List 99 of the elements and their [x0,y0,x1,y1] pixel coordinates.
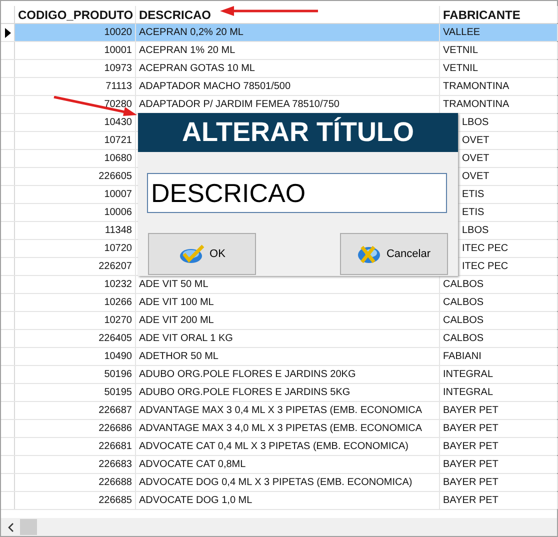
table-cell: 226207 [98,261,132,272]
table-cell: BAYER PET [443,495,498,506]
cancel-button[interactable]: Cancelar [340,233,448,275]
horizontal-scrollbar[interactable] [1,518,557,536]
table-cell: 10020 [104,27,132,38]
table-cell: LBOS [462,225,489,236]
table-cell: 50196 [104,369,132,380]
table-cell: BAYER PET [443,405,498,416]
table-cell: ADVOCATE CAT 0,4 ML X 3 PIPETAS (EMB. ECONOMICA) [139,441,408,452]
table-cell: 11348 [104,225,132,236]
table-cell: ADUBO ORG.POLE FLORES E JARDINS 20KG [139,369,356,380]
table-row[interactable]: 226687 ADVANTAGE MAX 3 0,4 ML X 3 PIPETAS (EMB. ECONOMICA BAYER PET [1,402,557,420]
check-icon [178,244,205,264]
table-cell: CALBOS [443,315,484,326]
scroll-left-icon[interactable] [8,522,14,532]
table-cell: VALLEE [443,27,480,38]
table-cell: ADETHOR 50 ML [139,351,218,362]
table-cell: BAYER PET [443,441,498,452]
table-cell: ADE VIT 50 ML [139,279,208,290]
table-cell: 226686 [98,423,132,434]
table-cell: 10490 [104,351,132,362]
table-cell: ADAPTADOR MACHO 78501/500 [139,81,291,92]
table-cell: 70280 [104,99,132,110]
table-cell: INTEGRAL [443,387,494,398]
table-cell: VETNIL [443,63,478,74]
table-cell: BAYER PET [443,423,498,434]
table-cell: FABIANI [443,351,482,362]
table-cell: BAYER PET [443,477,498,488]
table-cell: ETIS [462,207,484,218]
table-cell: ADVOCATE DOG 0,4 ML X 3 PIPETAS (EMB. ECONOMICA) [139,477,412,488]
table-cell: ADE VIT 100 ML [139,297,214,308]
table-cell: ADVANTAGE MAX 3 0,4 ML X 3 PIPETAS (EMB. ECONOMICA [139,405,422,416]
table-row[interactable]: 10001 ACEPRAN 1% 20 ML VETNIL [1,42,557,60]
table-cell: 10721 [104,135,132,146]
table-row[interactable]: 226685 ADVOCATE DOG 1,0 ML BAYER PET [1,492,557,510]
table-cell: CALBOS [443,333,484,344]
table-row[interactable]: 10490 ADETHOR 50 ML FABIANI [1,348,557,366]
table-row[interactable]: 226688 ADVOCATE DOG 0,4 ML X 3 PIPETAS (EMB. ECONOMICA) BAYER PET [1,474,557,492]
table-cell: 10270 [104,315,132,326]
column-header[interactable]: FABRICANTE [440,6,558,23]
table-cell: ITEC PEC [462,261,508,272]
table-cell: 226605 [98,171,132,182]
table-cell: 10266 [104,297,132,308]
table-cell: ACEPRAN GOTAS 10 ML [139,63,255,74]
table-cell: ACEPRAN 1% 20 ML [139,45,236,56]
table-cell: TRAMONTINA [443,99,510,110]
table-cell: INTEGRAL [443,369,494,380]
table-row[interactable]: 226405 ADE VIT ORAL 1 KG CALBOS [1,330,557,348]
table-row[interactable]: 10973 ACEPRAN GOTAS 10 ML VETNIL [1,60,557,78]
table-cell: ADAPTADOR P/ JARDIM FEMEA 78510/750 [139,99,340,110]
table-cell: TRAMONTINA [443,81,510,92]
table-cell: 10006 [104,207,132,218]
table-cell: 226405 [98,333,132,344]
table-cell: ADVOCATE CAT 0,8ML [139,459,246,470]
table-cell: 10007 [104,189,132,200]
table-row[interactable]: 226683 ADVOCATE CAT 0,8ML BAYER PET [1,456,557,474]
table-cell: 71113 [106,81,132,92]
table-cell: OVET [462,171,490,182]
table-cell: 10232 [104,279,132,290]
table-cell: VETNIL [443,45,478,56]
dialog-title: ALTERAR TÍTULO [138,113,458,152]
column-header[interactable]: CODIGO_PRODUTO [15,6,136,23]
table-cell: CALBOS [443,297,484,308]
table-cell: ADE VIT ORAL 1 KG [139,333,233,344]
row-pointer-icon [4,28,10,38]
table-row[interactable]: 226686 ADVANTAGE MAX 3 4,0 ML X 3 PIPETAS (EMB. ECONOMICA BAYER PET [1,420,557,438]
ok-button[interactable]: OK [148,233,256,275]
table-cell: 226687 [98,405,132,416]
table-row[interactable]: 71113 ADAPTADOR MACHO 78501/500 TRAMONTINA [1,78,557,96]
table-cell: ETIS [462,189,484,200]
table-cell: BAYER PET [443,459,498,470]
table-cell: 226685 [98,495,132,506]
table-cell: ADVANTAGE MAX 3 4,0 ML X 3 PIPETAS (EMB. ECONOMICA [139,423,422,434]
table-cell: OVET [462,135,490,146]
table-row[interactable]: 10266 ADE VIT 100 ML CALBOS [1,294,557,312]
table-cell: 226683 [98,459,132,470]
table-cell: ADUBO ORG.POLE FLORES E JARDINS 5KG [139,387,350,398]
table-row[interactable]: 10270 ADE VIT 200 ML CALBOS [1,312,557,330]
table-row[interactable]: 226681 ADVOCATE CAT 0,4 ML X 3 PIPETAS (EMB. ECONOMICA) BAYER PET [1,438,557,456]
table-cell: CALBOS [443,279,484,290]
cancel-icon [357,244,382,264]
table-cell: 10680 [104,153,132,164]
table-cell: 226681 [98,441,132,452]
table-cell: OVET [462,153,490,164]
table-cell: ADE VIT 200 ML [139,315,214,326]
table-cell: LBOS [462,117,489,128]
title-input-field[interactable]: DESCRICAO [147,173,447,213]
table-row[interactable]: 50195 ADUBO ORG.POLE FLORES E JARDINS 5KG INTEGRAL [1,384,557,402]
table-row[interactable]: 50196 ADUBO ORG.POLE FLORES E JARDINS 20KG INTEGRAL [1,366,557,384]
table-cell: ACEPRAN 0,2% 20 ML [139,27,244,38]
table-cell: 10001 [104,45,132,56]
table-cell: 10973 [104,63,132,74]
table-cell: ADVOCATE DOG 1,0 ML [139,495,252,506]
scrollbar-thumb[interactable] [20,519,37,535]
table-cell: ITEC PEC [462,243,508,254]
table-cell: 10720 [104,243,132,254]
table-cell: 10430 [104,117,132,128]
table-cell: 226688 [98,477,132,488]
table-cell: 50195 [104,387,132,398]
